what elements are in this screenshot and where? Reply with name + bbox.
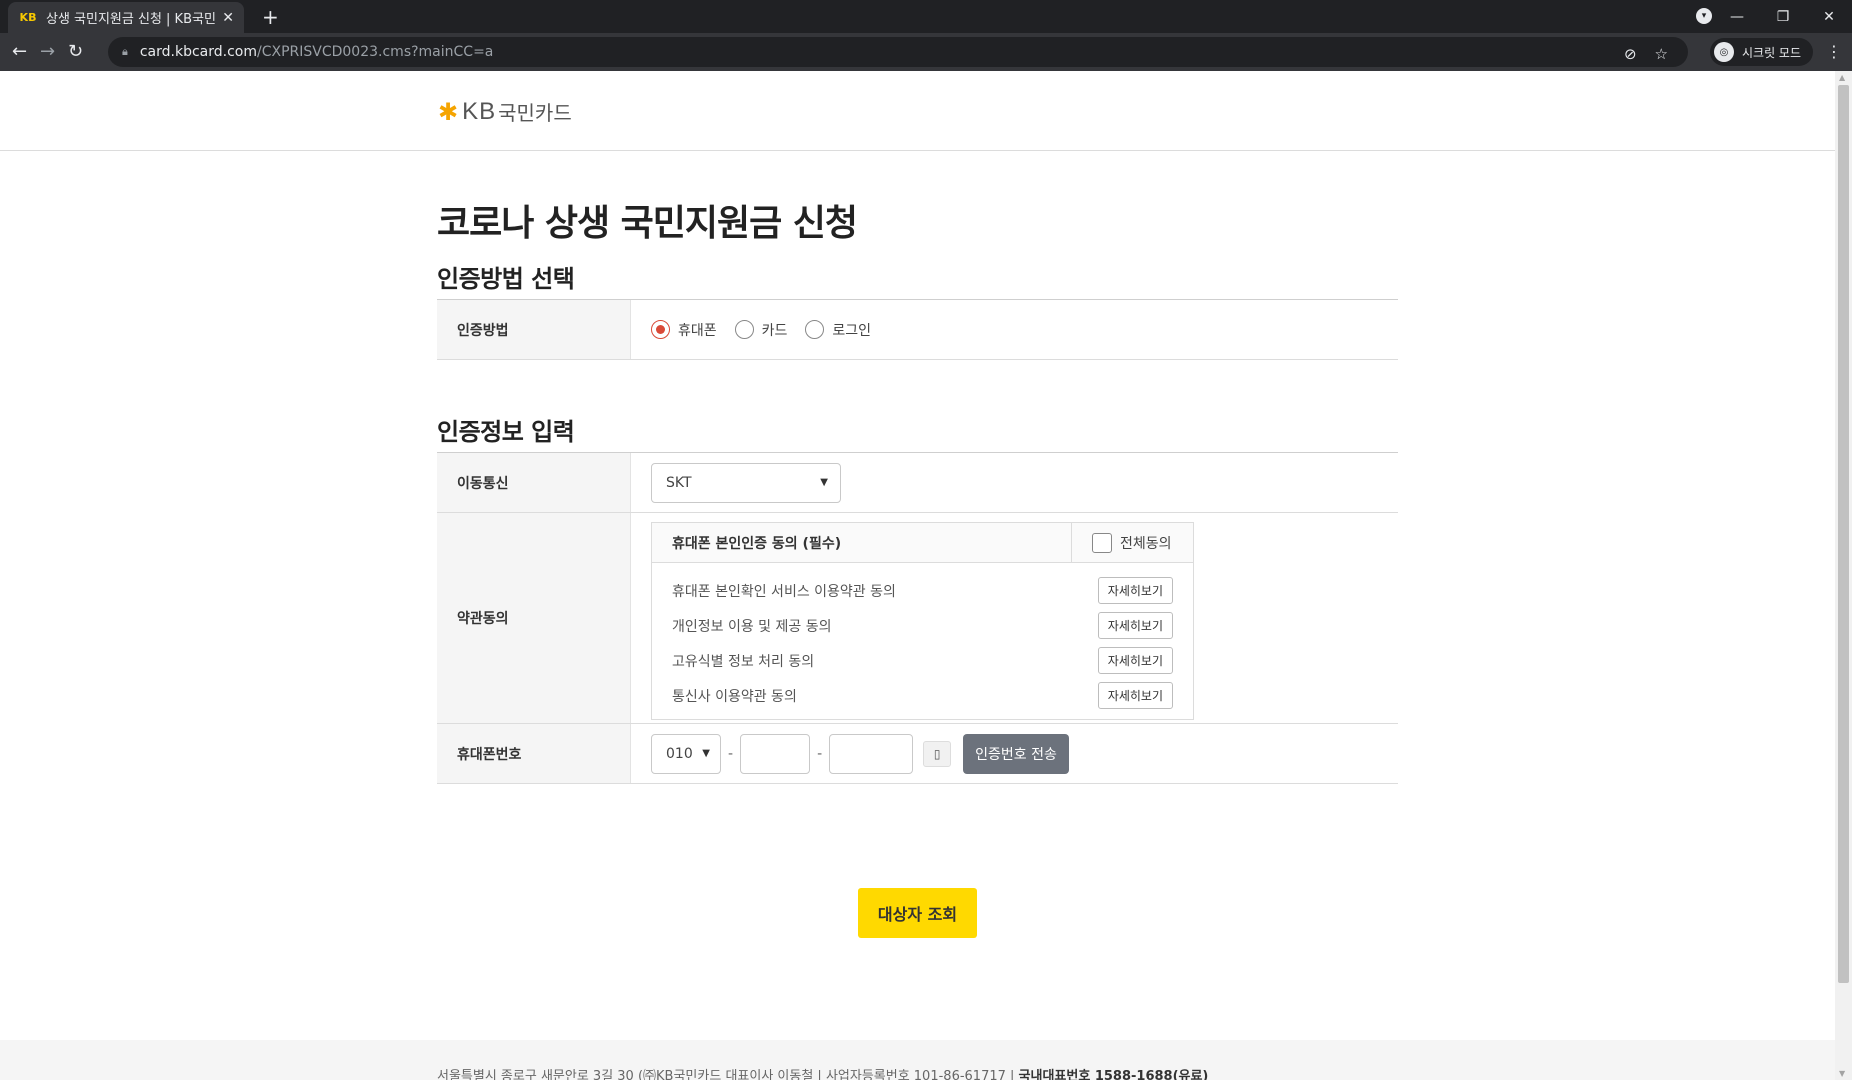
new-tab-button[interactable]: + bbox=[262, 5, 279, 29]
incognito-icon: ◎ bbox=[1714, 42, 1734, 62]
radio-phone[interactable]: 휴대폰 bbox=[651, 320, 717, 340]
scroll-down-icon[interactable]: ▼ bbox=[1839, 1069, 1845, 1078]
view-details-button[interactable]: 자세히보기 bbox=[1097, 612, 1173, 639]
terms-row: 약관동의 휴대폰 본인인증 동의 (필수) 전체동의 휴대폰 본인확인 서비스 … bbox=[437, 513, 1398, 724]
carrier-row: 이동통신 SKT ▼ bbox=[437, 453, 1398, 513]
restore-icon[interactable]: ❐ bbox=[1760, 9, 1806, 25]
term-text: 개인정보 이용 및 제공 동의 bbox=[672, 618, 832, 635]
checkbox-box[interactable] bbox=[1092, 532, 1112, 553]
radio-circle[interactable] bbox=[734, 320, 754, 339]
omnibox-icons: ⊘ ☆ bbox=[1624, 45, 1668, 63]
terms-header-label: 휴대폰 본인인증 동의 (필수) bbox=[672, 535, 842, 552]
eye-off-icon[interactable]: ⊘ bbox=[1624, 45, 1637, 63]
terms-header: 휴대폰 본인인증 동의 (필수) 전체동의 bbox=[652, 523, 1193, 563]
back-icon[interactable]: ← bbox=[12, 42, 27, 62]
auth-method-label: 인증방법 bbox=[437, 300, 631, 359]
site-footer: 서울특별시 종로구 새문안로 3길 30 (㈜KB국민카드 대표이사 이동철 |… bbox=[0, 1040, 1835, 1080]
scrollbar[interactable]: ▲ ▼ bbox=[1835, 71, 1852, 1080]
scrollbar-thumb[interactable] bbox=[1838, 85, 1849, 983]
tab-close-icon[interactable]: ✕ bbox=[222, 10, 234, 26]
address-bar[interactable]: 🔒︎ card.kbcard.com /CXPRISVCD0023.cms?ma… bbox=[108, 37, 1688, 67]
carrier-select[interactable]: SKT ▼ bbox=[651, 462, 841, 503]
footer-hotline: 국내대표번호 1588-1688(유료) bbox=[1018, 1069, 1209, 1080]
radio-login[interactable]: 로그인 bbox=[805, 320, 871, 340]
list-item: 휴대폰 본인확인 서비스 이용약관 동의 자세히보기 bbox=[652, 573, 1193, 608]
footer-text: 서울특별시 종로구 새문안로 3길 30 (㈜KB국민카드 대표이사 이동철 |… bbox=[437, 1065, 1208, 1080]
phone-prefix-value: 010 bbox=[666, 745, 693, 762]
kb-favicon-icon: KB bbox=[19, 11, 37, 24]
auth-method-row: 인증방법 휴대폰 카드 로그인 bbox=[437, 300, 1398, 360]
url-host: card.kbcard.com bbox=[139, 44, 257, 60]
terms-label: 약관동의 bbox=[437, 513, 631, 723]
tab-search-icon[interactable]: ▾ bbox=[1696, 8, 1712, 24]
radio-label: 카드 bbox=[761, 322, 788, 339]
scroll-up-icon[interactable]: ▲ bbox=[1839, 73, 1845, 82]
agree-all-label: 전체동의 bbox=[1120, 535, 1172, 552]
browser-tabbar: KB 상생 국민지원금 신청 | KB국민카드 ✕ + ▾ — ❐ ✕ bbox=[0, 0, 1852, 33]
lock-icon[interactable]: 🔒︎ bbox=[122, 45, 128, 59]
minimize-icon[interactable]: — bbox=[1714, 9, 1760, 25]
radio-label: 휴대폰 bbox=[678, 322, 717, 339]
window-controls: — ❐ ✕ bbox=[1714, 0, 1852, 33]
footer-address: 서울특별시 종로구 새문안로 3길 30 (㈜KB국민카드 대표이사 이동철 |… bbox=[437, 1069, 1019, 1080]
list-item: 고유식별 정보 처리 동의 자세히보기 bbox=[652, 643, 1193, 678]
auth-method-radios: 휴대폰 카드 로그인 bbox=[651, 320, 889, 340]
check-eligibility-button[interactable]: 대상자 조회 bbox=[858, 888, 977, 938]
list-item: 개인정보 이용 및 제공 동의 자세히보기 bbox=[652, 608, 1193, 643]
separator: - bbox=[728, 745, 734, 762]
logo-name: 국민카드 bbox=[498, 101, 572, 125]
forward-icon[interactable]: → bbox=[40, 42, 55, 62]
phone-middle-input[interactable] bbox=[740, 733, 811, 774]
auth-info-section-title: 인증정보 입력 bbox=[437, 418, 575, 446]
tab-title: 상생 국민지원금 신청 | KB국민카드 bbox=[46, 12, 216, 27]
phone-prefix-select[interactable]: 010 ▼ bbox=[651, 733, 721, 774]
site-header: ✱ KB 국민카드 bbox=[0, 71, 1835, 151]
carrier-value: SKT bbox=[666, 474, 692, 491]
chevron-down-icon: ▼ bbox=[702, 748, 710, 759]
browser-menu-icon[interactable]: ⋮ bbox=[1826, 42, 1842, 61]
bookmark-star-icon[interactable]: ☆ bbox=[1655, 45, 1668, 63]
phone-last-input[interactable] bbox=[829, 733, 914, 774]
view-details-button[interactable]: 자세히보기 bbox=[1097, 682, 1173, 709]
radio-card[interactable]: 카드 bbox=[734, 320, 788, 340]
page-viewport: ✱ KB 국민카드 코로나 상생 국민지원금 신청 인증방법 선택 인증방법 휴… bbox=[0, 71, 1852, 1080]
reload-icon[interactable]: ↻ bbox=[68, 42, 83, 62]
auth-method-table: 인증방법 휴대폰 카드 로그인 bbox=[437, 299, 1398, 360]
incognito-label: 시크릿 모드 bbox=[1742, 45, 1802, 60]
carrier-label: 이동통신 bbox=[437, 453, 631, 512]
term-text: 통신사 이용약관 동의 bbox=[672, 688, 797, 705]
term-text: 고유식별 정보 처리 동의 bbox=[672, 653, 815, 670]
view-details-button[interactable]: 자세히보기 bbox=[1097, 577, 1173, 604]
phone-inputs: 010 ▼ - - ▯ 인증번호 전송 bbox=[651, 733, 1069, 774]
view-details-button[interactable]: 자세히보기 bbox=[1097, 647, 1173, 674]
incognito-badge[interactable]: ◎ 시크릿 모드 bbox=[1710, 38, 1814, 66]
url-path: /CXPRISVCD0023.cms?mainCC=a bbox=[257, 44, 494, 60]
kb-star-icon: ✱ bbox=[438, 97, 459, 126]
send-code-button[interactable]: 인증번호 전송 bbox=[963, 733, 1069, 774]
page-title: 코로나 상생 국민지원금 신청 bbox=[437, 203, 858, 244]
browser-toolbar: ← → ↻ 🔒︎ card.kbcard.com /CXPRISVCD0023.… bbox=[0, 33, 1852, 71]
close-window-icon[interactable]: ✕ bbox=[1806, 9, 1852, 25]
terms-list: 휴대폰 본인확인 서비스 이용약관 동의 자세히보기 개인정보 이용 및 제공 … bbox=[652, 563, 1193, 719]
agree-all-checkbox[interactable]: 전체동의 bbox=[1071, 523, 1193, 562]
terms-box: 휴대폰 본인인증 동의 (필수) 전체동의 휴대폰 본인확인 서비스 이용약관 … bbox=[651, 522, 1194, 720]
list-item: 통신사 이용약관 동의 자세히보기 bbox=[652, 678, 1193, 713]
browser-tab-active[interactable]: KB 상생 국민지원금 신청 | KB국민카드 ✕ bbox=[8, 2, 244, 33]
term-text: 휴대폰 본인확인 서비스 이용약관 동의 bbox=[672, 583, 896, 600]
radio-circle-selected[interactable] bbox=[651, 320, 670, 339]
phone-row: 휴대폰번호 010 ▼ - - ▯ 인증번호 전송 bbox=[437, 724, 1398, 784]
separator: - bbox=[817, 745, 823, 762]
radio-circle[interactable] bbox=[805, 320, 825, 339]
phone-label: 휴대폰번호 bbox=[437, 724, 631, 783]
auth-method-section-title: 인증방법 선택 bbox=[437, 265, 575, 293]
radio-label: 로그인 bbox=[832, 322, 872, 339]
logo-kb: KB bbox=[462, 97, 497, 125]
kb-logo[interactable]: ✱ KB 국민카드 bbox=[438, 97, 572, 126]
chevron-down-icon: ▼ bbox=[820, 477, 828, 488]
virtual-keypad-icon[interactable]: ▯ bbox=[923, 740, 952, 767]
auth-info-table: 이동통신 SKT ▼ 약관동의 휴대폰 본인인증 동의 (필수) 전체동의 휴대… bbox=[437, 452, 1398, 784]
